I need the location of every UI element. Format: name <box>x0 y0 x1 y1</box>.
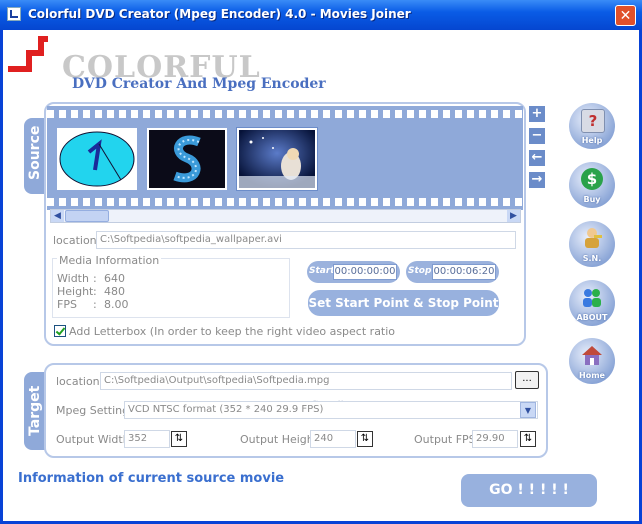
output-fps-label: Output FPS <box>414 433 476 446</box>
source-info-link[interactable]: Information of current source movie <box>18 471 284 486</box>
mpeg-setting-label: Mpeg Setting <box>56 404 130 417</box>
width-colon: : <box>93 272 97 285</box>
help-button[interactable]: ? Help <box>569 103 615 149</box>
home-button[interactable]: Home <box>569 338 615 384</box>
people-icon <box>581 286 603 308</box>
colorful-logo-icon <box>8 36 48 72</box>
title-bar: Colorful DVD Creator (Mpeg Encoder) 4.0 … <box>0 0 642 30</box>
browse-button[interactable]: ... <box>515 371 539 389</box>
move-left-button[interactable]: ← <box>529 150 545 166</box>
stop-time-field[interactable]: 00:00:06:20 <box>432 264 496 280</box>
filmstrip <box>47 106 523 210</box>
source-section-label: Source <box>24 118 46 194</box>
clip-thumbnail[interactable] <box>147 128 227 190</box>
buy-button[interactable]: $ Buy <box>569 162 615 208</box>
logo-subtitle: DVD Creator And Mpeg Encoder <box>72 76 326 92</box>
close-button[interactable]: ✕ <box>615 5 636 26</box>
output-width-label: Output Width <box>56 433 130 446</box>
output-fps-field[interactable]: 29.90 <box>472 430 518 448</box>
output-height-field[interactable]: 240 <box>310 430 356 448</box>
add-clip-button[interactable]: + <box>529 106 545 122</box>
output-height-label: Output Height <box>240 433 319 446</box>
help-book-icon: ? <box>581 109 605 133</box>
clip-thumbnail[interactable] <box>57 128 137 190</box>
output-fps-spinner[interactable]: ⇅ <box>520 431 536 447</box>
start-tag: Start <box>309 266 335 276</box>
letterbox-label: Add Letterbox (In order to keep the righ… <box>69 325 396 338</box>
stop-tag: Stop <box>408 266 432 276</box>
target-location-field[interactable]: C:\Softpedia\Output\softpedia\Softpedia.… <box>100 372 512 390</box>
height-label: Height <box>57 285 94 298</box>
fps-value: 8.00 <box>104 298 129 311</box>
key-person-icon <box>581 227 603 249</box>
media-info-title: Media Information <box>57 254 162 267</box>
set-start-stop-button[interactable]: Set Start Point & Stop Point <box>308 290 499 316</box>
start-time-field[interactable]: 00:00:00:00 <box>333 264 397 280</box>
remove-clip-button[interactable]: − <box>529 128 545 144</box>
house-icon <box>581 344 603 366</box>
scroll-left-icon[interactable]: ◀ <box>51 210 64 222</box>
output-width-spinner[interactable]: ⇅ <box>171 431 187 447</box>
filmstrip-scrollbar[interactable]: ◀ ▶ <box>50 209 521 223</box>
target-location-label: location: <box>56 375 104 388</box>
source-location-label: location <box>53 234 97 247</box>
height-value: 480 <box>104 285 125 298</box>
stop-time-control: Stop 00:00:06:20 <box>406 261 499 283</box>
output-width-field[interactable]: 352 <box>124 430 170 448</box>
fps-label: FPS <box>57 298 77 311</box>
clip-thumbnail-selected[interactable] <box>236 127 318 191</box>
scroll-right-icon[interactable]: ▶ <box>507 210 520 222</box>
app-icon[interactable] <box>7 7 21 21</box>
start-time-control: Start 00:00:00:00 <box>307 261 400 283</box>
width-label: Width <box>57 272 89 285</box>
about-button[interactable]: ABOUT <box>569 280 615 326</box>
width-value: 640 <box>104 272 125 285</box>
fps-colon: : <box>93 298 97 311</box>
height-colon: : <box>93 285 97 298</box>
mpeg-setting-select[interactable]: VCD NTSC format (352 * 240 29.9 FPS) <box>124 401 538 419</box>
go-button[interactable]: GO ! ! ! ! ! <box>461 474 597 507</box>
move-right-button[interactable]: → <box>529 172 545 188</box>
dollar-icon: $ <box>581 168 603 190</box>
source-location-field[interactable]: C:\Softpedia\softpedia_wallpaper.avi <box>96 231 516 249</box>
output-height-spinner[interactable]: ⇅ <box>357 431 373 447</box>
window-title: Colorful DVD Creator (Mpeg Encoder) 4.0 … <box>28 7 411 21</box>
scroll-thumb[interactable] <box>65 210 109 222</box>
serial-number-button[interactable]: S.N. <box>569 221 615 267</box>
letterbox-checkbox[interactable] <box>54 325 66 337</box>
chevron-down-icon[interactable]: ▼ <box>520 402 536 418</box>
target-section-label: Target <box>24 372 46 450</box>
